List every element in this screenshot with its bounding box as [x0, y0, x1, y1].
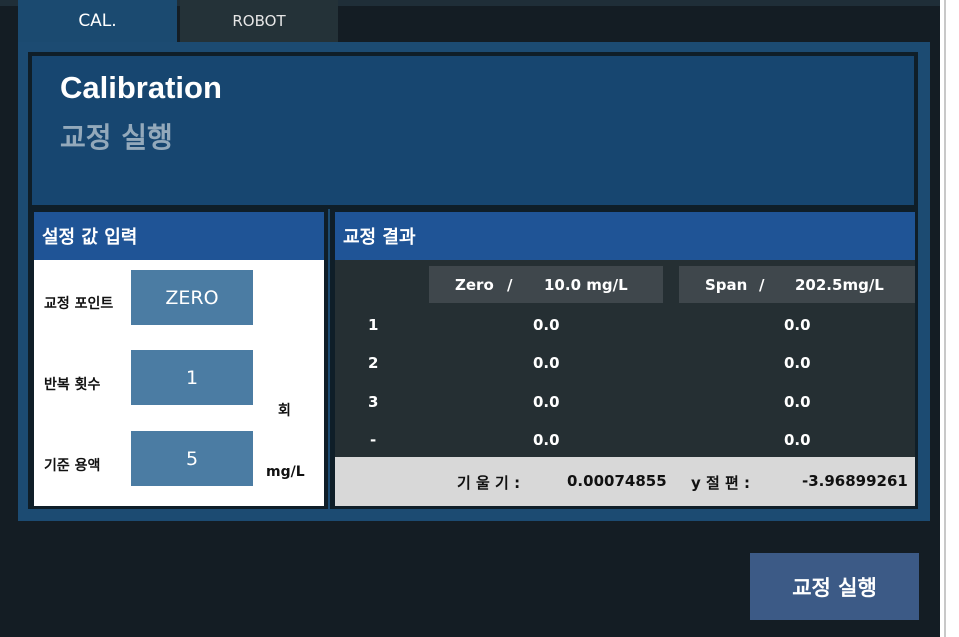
slope-value: 0.00074855 [567, 472, 667, 490]
zero-column-value: 10.0 mg/L [544, 275, 628, 294]
slope-label: 기 울 기 : [457, 474, 521, 492]
zero-column-sep: / [507, 275, 513, 294]
cal-point-label: 교정 포인트 [44, 296, 114, 312]
zero-column-header: Zero / 10.0 mg/L [429, 266, 663, 303]
result-section-title: 교정 결과 [335, 212, 915, 260]
tab-cal[interactable]: CAL. [18, 0, 177, 42]
row-1-span: 0.0 [784, 316, 811, 334]
page-header: Calibration 교정 실행 [28, 52, 918, 209]
execute-calibration-button[interactable]: 교정 실행 [750, 553, 919, 620]
intercept-value: -3.96899261 [802, 472, 908, 490]
span-column-header: Span / 202.5mg/L [679, 266, 915, 303]
repeat-count-unit: 회 [278, 403, 291, 419]
intercept-label: y 절 편 : [691, 474, 751, 492]
cal-point-button[interactable]: ZERO [131, 270, 253, 325]
result-summary: 기 울 기 : 0.00074855 y 절 편 : -3.96899261 [335, 457, 915, 506]
reference-solution-label: 기준 용액 [44, 458, 101, 474]
row-3-zero: 0.0 [533, 393, 560, 411]
reference-solution-unit: mg/L [266, 464, 305, 480]
row-avg-label: - [370, 431, 377, 449]
row-3-label: 3 [368, 393, 379, 411]
row-avg-span: 0.0 [784, 431, 811, 449]
row-1-zero: 0.0 [533, 316, 560, 334]
row-3-span: 0.0 [784, 393, 811, 411]
input-section-body: 교정 포인트 ZERO 반복 횟수 1 회 기준 용액 5 mg/L [34, 260, 324, 506]
span-column-name: Span [705, 275, 748, 294]
span-column-value: 202.5mg/L [795, 275, 884, 294]
row-2-label: 2 [368, 354, 379, 372]
right-edge [940, 0, 959, 637]
page-subtitle: 교정 실행 [60, 121, 173, 154]
reference-solution-button[interactable]: 5 [131, 431, 253, 486]
span-column-sep: / [759, 275, 765, 294]
row-1-label: 1 [368, 316, 379, 334]
repeat-count-button[interactable]: 1 [131, 350, 253, 405]
row-2-span: 0.0 [784, 354, 811, 372]
zero-column-name: Zero [455, 275, 494, 294]
input-section-title: 설정 값 입력 [34, 212, 324, 260]
repeat-count-label: 반복 횟수 [44, 377, 101, 393]
row-2-zero: 0.0 [533, 354, 560, 372]
tab-robot[interactable]: ROBOT [180, 0, 338, 42]
right-edge-divider [944, 0, 946, 637]
row-avg-zero: 0.0 [533, 431, 560, 449]
page-title: Calibration [60, 70, 222, 105]
